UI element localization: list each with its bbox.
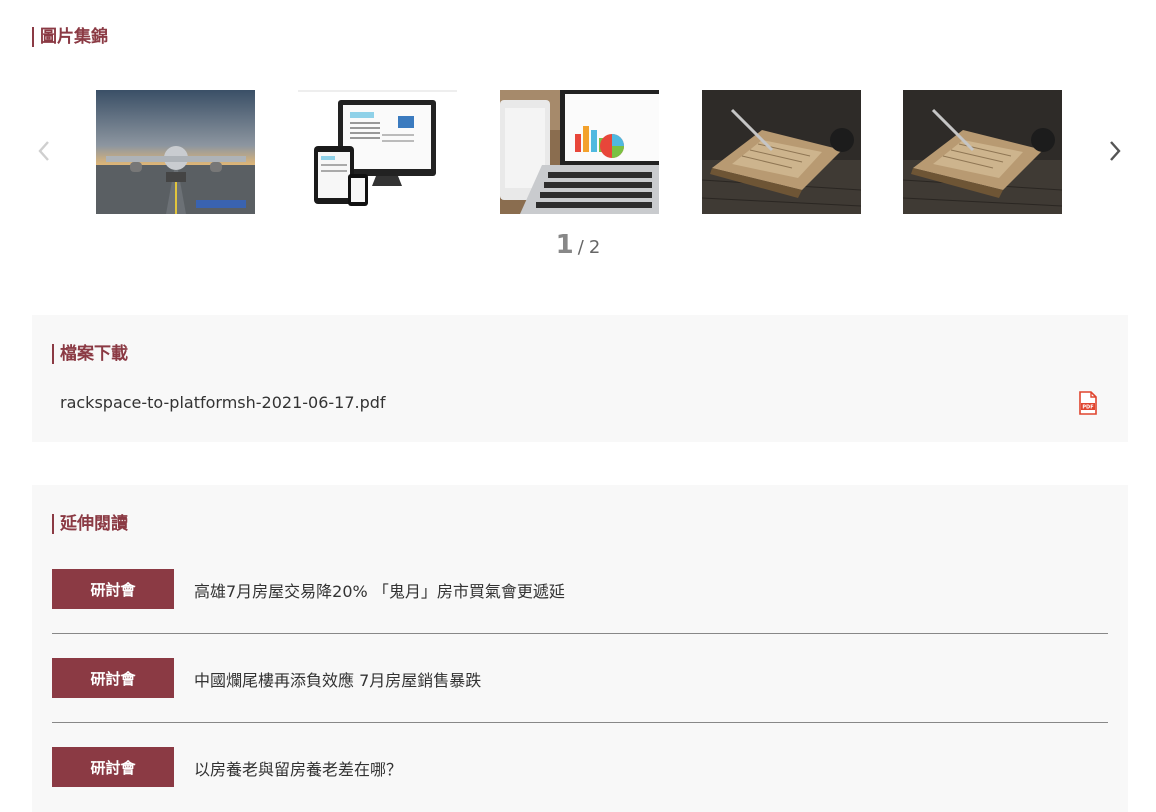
gallery-title: 圖片集錦 xyxy=(32,27,108,47)
news-item[interactable]: 研討會 以房養老與留房養老差在哪？ xyxy=(52,723,1108,812)
category-tag: 研討會 xyxy=(52,747,174,787)
chevron-right-icon[interactable] xyxy=(1107,138,1123,164)
related-title: 延伸閱讀 xyxy=(52,514,128,534)
pager-total: 2 xyxy=(588,237,601,258)
gallery-pager: 1/ 2 xyxy=(0,230,1156,260)
pdf-icon[interactable]: PDF xyxy=(1078,391,1098,415)
category-tag: 研討會 xyxy=(52,658,174,698)
news-item[interactable]: 研討會 高雄7月房屋交易降20% 「鬼月」房市買氣會更遞延 xyxy=(52,545,1108,634)
news-title-link[interactable]: 高雄7月房屋交易降20% 「鬼月」房市買氣會更遞延 xyxy=(194,578,565,602)
news-title-link[interactable]: 中國爛尾樓再添負效應 7月房屋銷售暴跌 xyxy=(194,667,481,691)
news-item[interactable]: 研討會 中國爛尾樓再添負效應 7月房屋銷售暴跌 xyxy=(52,634,1108,723)
pager-current: 1 xyxy=(555,230,574,260)
gallery-thumbnail-book-pen[interactable] xyxy=(702,90,861,214)
related-panel: 延伸閱讀 研討會 高雄7月房屋交易降20% 「鬼月」房市買氣會更遞延 研討會 中… xyxy=(32,485,1128,812)
file-link[interactable]: rackspace-to-platformsh-2021-06-17.pdf xyxy=(60,393,386,412)
download-panel: 檔案下載 rackspace-to-platformsh-2021-06-17.… xyxy=(32,315,1128,442)
gallery-thumbnail-laptop-chart[interactable] xyxy=(500,90,659,214)
gallery-thumbnail-devices[interactable] xyxy=(298,90,457,214)
pager-separator: / xyxy=(577,237,584,258)
svg-text:PDF: PDF xyxy=(1082,405,1093,411)
gallery-thumbnail-book-pen[interactable] xyxy=(903,90,1062,214)
news-title-link[interactable]: 以房養老與留房養老差在哪？ xyxy=(194,756,402,780)
chevron-left-icon[interactable] xyxy=(36,138,52,164)
category-tag: 研討會 xyxy=(52,569,174,609)
gallery-thumbnail-airplane[interactable] xyxy=(96,90,255,214)
download-title: 檔案下載 xyxy=(52,344,128,364)
